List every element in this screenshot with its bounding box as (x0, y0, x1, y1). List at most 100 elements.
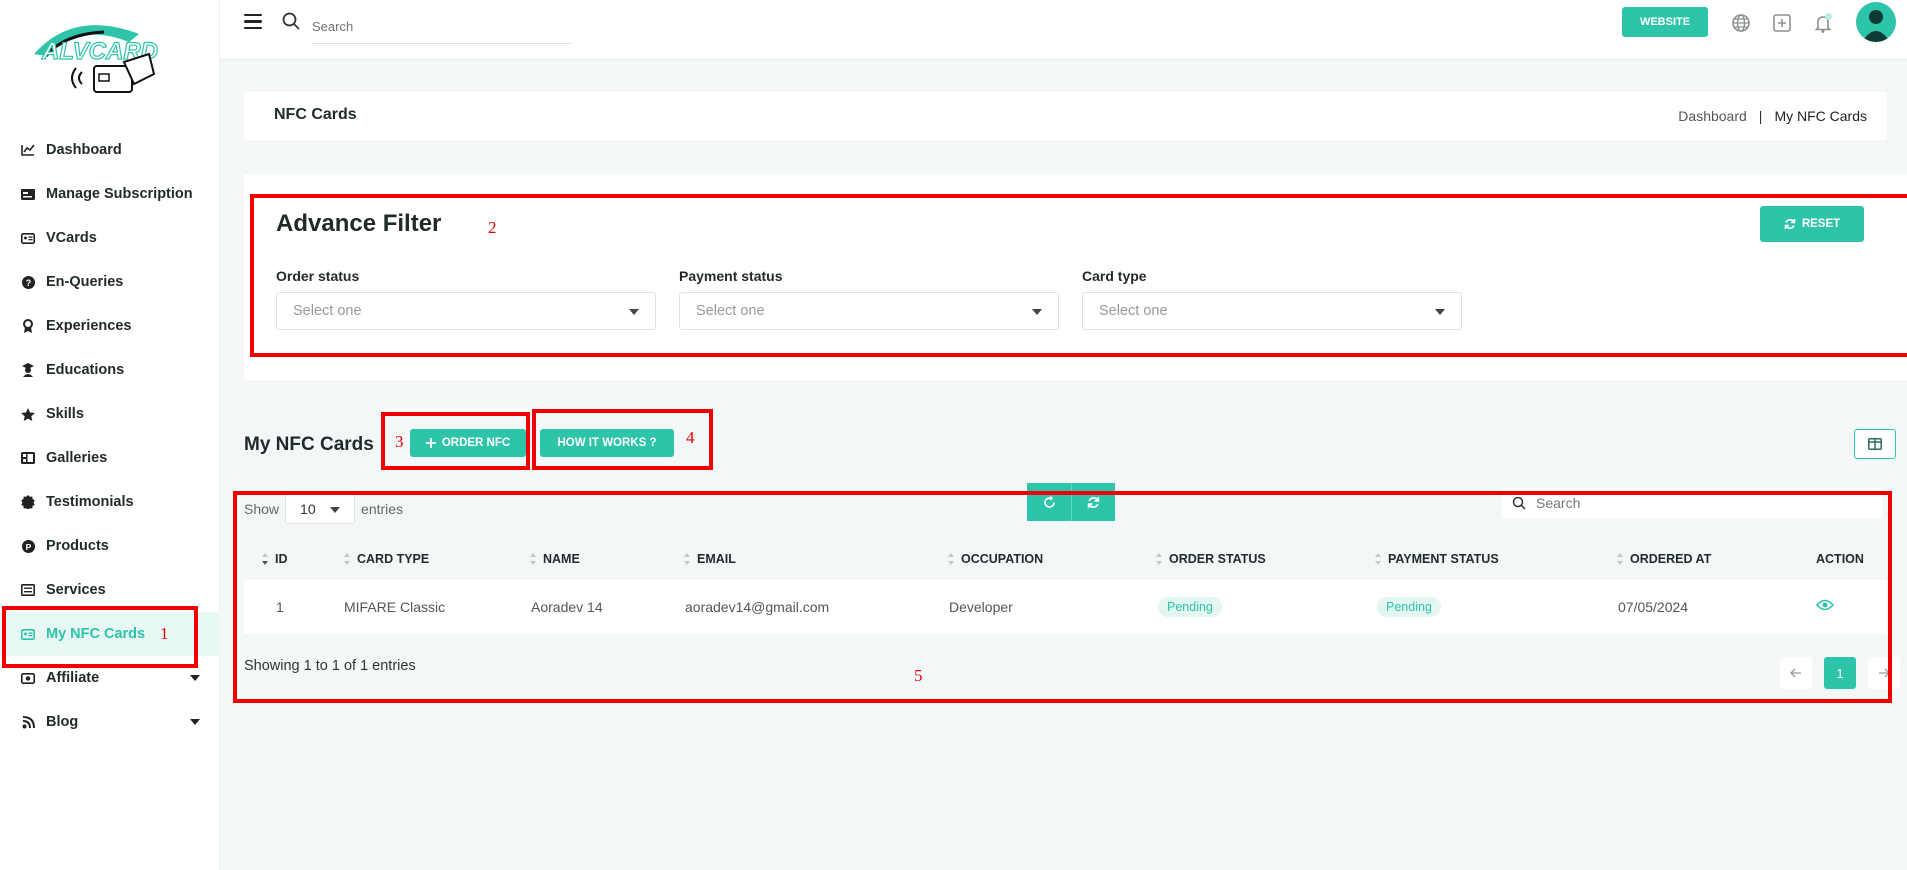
sort-icon (1617, 553, 1624, 565)
cell-card-type: MIFARE Classic (344, 599, 446, 615)
column-header-id[interactable]: ID (262, 552, 288, 566)
table-search-input[interactable] (1536, 495, 1836, 511)
column-header-payment-status[interactable]: PAYMENT STATUS (1375, 552, 1499, 566)
show-label: Show (244, 501, 280, 517)
sidebar-item-affiliate[interactable]: Affiliate (0, 656, 220, 700)
sidebar-item-dashboard[interactable]: Dashboard (0, 128, 220, 172)
hamburger-menu-icon[interactable] (244, 14, 262, 30)
filter-title: Advance Filter (276, 210, 442, 237)
column-header-label: OCCUPATION (961, 552, 1044, 566)
nfc-cards-table: ID CARD TYPE NAME EMAIL OCCUPATION ORDER… (244, 538, 1887, 634)
reload-button[interactable] (1027, 483, 1071, 521)
entries-label: entries (361, 501, 404, 517)
avatar[interactable] (1856, 2, 1896, 42)
rotate-icon (1043, 495, 1055, 508)
column-header-card-type[interactable]: CARD TYPE (344, 552, 429, 566)
sort-icon (344, 553, 351, 565)
id-card-icon (20, 230, 36, 246)
breadcrumb: Dashboard | My NFC Cards (1678, 108, 1867, 124)
sidebar-item-label: En-Queries (46, 274, 124, 290)
add-square-icon[interactable] (1771, 12, 1793, 34)
column-header-email[interactable]: EMAIL (684, 552, 736, 566)
sidebar-item-label: Testimonials (46, 494, 134, 510)
sidebar-item-testimonials[interactable]: Testimonials (0, 480, 220, 524)
page-1-button[interactable]: 1 (1824, 657, 1856, 689)
column-visibility-button[interactable] (1854, 429, 1896, 459)
cell-ordered-at: 07/05/2024 (1618, 599, 1689, 615)
sort-icon (948, 553, 955, 565)
sidebar: ALVCARD Dashboard Manage Subscription VC… (0, 0, 220, 870)
search-icon (1512, 496, 1526, 510)
chevron-down-icon (190, 675, 200, 681)
column-header-action: ACTION (1816, 552, 1864, 566)
sidebar-item-label: Educations (46, 362, 125, 378)
nfc-card-icon (20, 626, 36, 642)
card-type-label: Card type (1082, 268, 1147, 284)
badge-icon (20, 494, 36, 510)
reset-table-button[interactable] (1071, 483, 1115, 521)
sort-icon (262, 553, 269, 565)
chevron-down-icon (1032, 309, 1042, 315)
column-header-label: CARD TYPE (357, 552, 430, 566)
column-header-label: NAME (543, 552, 580, 566)
sidebar-item-label: Experiences (46, 318, 132, 334)
previous-page-button[interactable] (1780, 657, 1812, 689)
column-header-occupation[interactable]: OCCUPATION (948, 552, 1043, 566)
order-status-select[interactable]: Select one (276, 292, 656, 330)
sidebar-item-manage-subscription[interactable]: Manage Subscription (0, 172, 220, 216)
order-status-badge: Pending (1158, 597, 1222, 617)
breadcrumb-separator: | (1758, 108, 1763, 124)
top-search-input[interactable] (312, 10, 572, 44)
alvcard-logo[interactable]: ALVCARD (24, 14, 184, 104)
topbar: WEBSITE (220, 0, 1907, 60)
image-icon (20, 450, 36, 466)
breadcrumb-dashboard[interactable]: Dashboard (1678, 108, 1747, 124)
sort-icon (1375, 553, 1382, 565)
sidebar-item-label: Dashboard (46, 142, 122, 158)
svg-text:?: ? (25, 278, 31, 288)
page-size-value: 10 (300, 501, 316, 517)
section-title: My NFC Cards (244, 434, 374, 455)
column-header-ordered-at[interactable]: ORDERED AT (1617, 552, 1711, 566)
card-type-select[interactable]: Select one (1082, 292, 1462, 330)
bell-icon[interactable] (1812, 12, 1834, 34)
sidebar-item-experiences[interactable]: Experiences (0, 304, 220, 348)
order-nfc-button[interactable]: ORDER NFC (410, 429, 526, 457)
sidebar-item-my-nfc-cards[interactable]: My NFC Cards (0, 612, 220, 656)
annotation-number-5: 5 (914, 666, 923, 685)
column-header-name[interactable]: NAME (530, 552, 580, 566)
sidebar-item-label: Products (46, 538, 109, 554)
order-status-label: Order status (276, 268, 360, 284)
eye-icon[interactable] (1815, 598, 1835, 614)
sidebar-item-products[interactable]: P Products (0, 524, 220, 568)
sort-icon (1156, 553, 1163, 565)
how-it-works-button[interactable]: HOW IT WORKS ? (540, 429, 674, 457)
column-header-label: PAYMENT STATUS (1388, 552, 1499, 566)
sort-icon (530, 553, 537, 565)
product-icon: P (20, 538, 36, 554)
sidebar-item-en-queries[interactable]: ? En-Queries (0, 260, 220, 304)
page-header: NFC Cards Dashboard | My NFC Cards (244, 92, 1887, 140)
plus-icon (425, 438, 436, 448)
sidebar-item-educations[interactable]: Educations (0, 348, 220, 392)
website-button[interactable]: WEBSITE (1622, 7, 1708, 37)
column-header-order-status[interactable]: ORDER STATUS (1156, 552, 1266, 566)
table-row: 1 MIFARE Classic Aoradev 14 aoradev14@gm… (244, 580, 1887, 634)
annotation-number-2: 2 (488, 218, 497, 237)
reset-button[interactable]: RESET (1760, 206, 1864, 242)
table-search-box (1502, 488, 1882, 518)
payment-status-select[interactable]: Select one (679, 292, 1059, 330)
sidebar-item-blog[interactable]: Blog (0, 700, 220, 744)
sidebar-item-label: My NFC Cards (46, 626, 146, 642)
sidebar-item-galleries[interactable]: Galleries (0, 436, 220, 480)
sidebar-item-vcards[interactable]: VCards (0, 216, 220, 260)
refresh-icon (1087, 496, 1100, 508)
sidebar-item-services[interactable]: Services (0, 568, 220, 612)
globe-icon[interactable] (1730, 12, 1752, 34)
chevron-down-icon (330, 507, 341, 513)
search-icon (282, 12, 300, 30)
next-page-button[interactable] (1868, 657, 1900, 689)
column-header-label: ID (275, 552, 288, 566)
sidebar-item-skills[interactable]: Skills (0, 392, 220, 436)
page-size-select[interactable]: 10 (285, 494, 356, 524)
